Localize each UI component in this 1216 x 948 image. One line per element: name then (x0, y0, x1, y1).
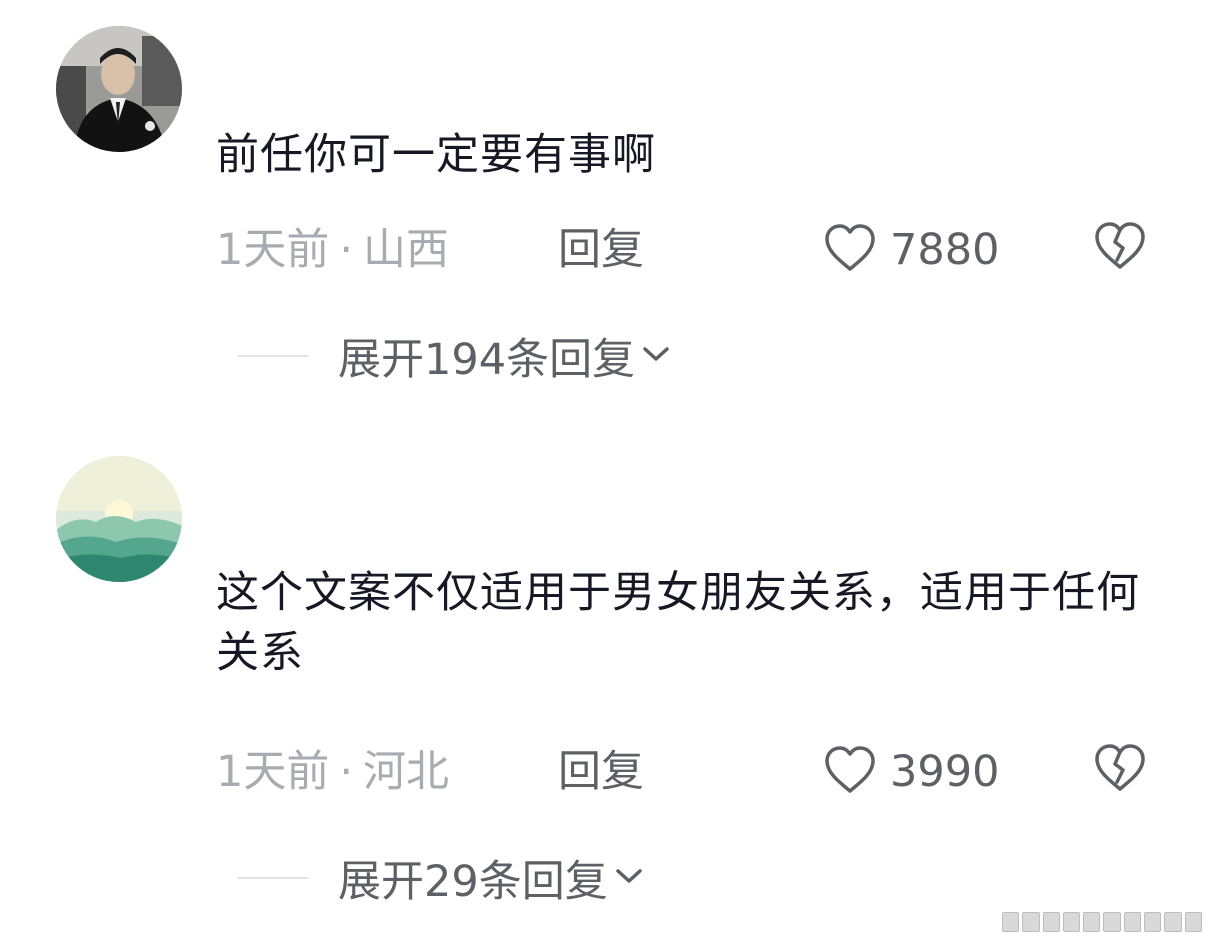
avatar[interactable] (56, 26, 182, 152)
comment-text: 这个文案不仅适用于男女朋友关系，适用于任何关系 (216, 568, 1140, 678)
comment-time: 1天前 (216, 225, 330, 275)
expand-replies-button[interactable]: 展开194条回复 (238, 326, 671, 386)
broken-heart-icon (1092, 742, 1148, 798)
avatar[interactable] (56, 456, 182, 582)
broken-heart-icon (1092, 220, 1148, 276)
comment-location: 河北 (363, 747, 450, 797)
like-count: 7880 (890, 225, 1000, 275)
comment-item: 这个文案不仅适用于男女朋友关系，适用于任何关系 1天前 · 河北 回复 3990 展… (0, 440, 1216, 948)
expand-divider (238, 355, 308, 357)
like-count: 3990 (890, 747, 1000, 797)
like-button[interactable]: 3990 (822, 742, 999, 802)
watermark (1002, 912, 1202, 932)
dislike-button[interactable] (1092, 218, 1148, 278)
heart-outline-icon (822, 222, 878, 278)
reply-button[interactable]: 回复 (558, 220, 644, 280)
comment-location: 山西 (363, 225, 450, 275)
like-button[interactable]: 7880 (822, 220, 999, 280)
expand-divider (238, 877, 308, 879)
dislike-button[interactable] (1092, 740, 1148, 800)
expand-replies-button[interactable]: 展开29条回复 (238, 848, 644, 908)
chevron-down-icon (635, 344, 671, 368)
reply-button[interactable]: 回复 (558, 742, 644, 802)
heart-outline-icon (822, 744, 878, 800)
chevron-down-icon (608, 866, 644, 890)
comment-meta: 1天前 · 河北 (216, 742, 449, 802)
comment-time: 1天前 (216, 747, 330, 797)
comment-item: 前任你可一定要有事啊 1天前 · 山西 回复 7880 展开194条回复 (0, 0, 1216, 420)
comment-text: 前任你可一定要有事啊 (216, 130, 656, 180)
meta-separator: · (339, 747, 354, 797)
expand-replies-label: 展开194条回复 (338, 335, 636, 385)
expand-replies-label: 展开29条回复 (338, 857, 608, 907)
meta-separator: · (339, 225, 354, 275)
comment-meta: 1天前 · 山西 (216, 220, 449, 280)
